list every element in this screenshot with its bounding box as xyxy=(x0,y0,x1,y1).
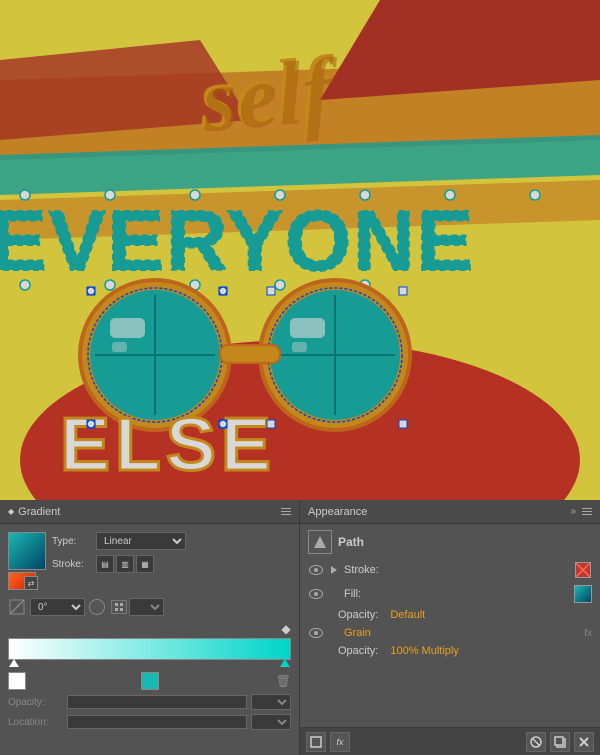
double-arrow-icon[interactable]: » xyxy=(570,506,576,517)
opacity-default-item: Opacity: Default xyxy=(308,608,592,622)
gradient-panel-body: ⇄ Type: Linear Stroke: xyxy=(0,524,299,755)
extra-icons xyxy=(111,598,164,616)
gradient-swap-icon[interactable]: ⇄ xyxy=(24,576,38,590)
fx-icon-label[interactable]: fx xyxy=(584,628,592,639)
appearance-panel-icons: » xyxy=(570,506,592,517)
header-diamond-icon: ◆ xyxy=(8,507,14,516)
menu-line-2 xyxy=(281,511,291,512)
stroke-item: Stroke: xyxy=(308,560,592,580)
stroke-btn-3[interactable]: ▦ xyxy=(136,555,154,573)
delete-button[interactable] xyxy=(574,732,594,752)
location-label: Location: xyxy=(8,717,63,728)
appearance-bottom-bar: fx xyxy=(300,727,600,755)
type-label: Type: xyxy=(52,536,92,547)
appearance-body: Path Stroke: xyxy=(300,524,600,727)
gradient-diamond-marker: ◆ xyxy=(8,622,291,636)
no-fill-button[interactable] xyxy=(526,732,546,752)
menu-line-a1 xyxy=(582,508,592,509)
stroke-btn-1[interactable]: ▤ xyxy=(96,555,114,573)
stroke-buttons: ▤ ▥ ▦ xyxy=(96,555,154,573)
panels-area: ◆ Gradient ⇄ xyxy=(0,500,600,755)
appearance-panel-menu[interactable] xyxy=(582,508,592,515)
stroke-eye-icon[interactable] xyxy=(308,564,324,576)
gradient-stop-left[interactable] xyxy=(9,659,19,667)
grain-label: Grain xyxy=(344,627,371,639)
stroke-color-swatch[interactable] xyxy=(574,561,592,579)
path-label: Path xyxy=(338,535,364,549)
fill-item-label: Fill: xyxy=(344,588,570,600)
stroke-row: Stroke: ▤ ▥ ▦ xyxy=(52,555,291,573)
menu-line-3 xyxy=(281,514,291,515)
gradient-panel-title: ◆ Gradient xyxy=(8,506,60,518)
new-layer-button[interactable] xyxy=(306,732,326,752)
menu-line-a2 xyxy=(582,511,592,512)
canvas-area: self self EVERYONE EVERYONE xyxy=(0,0,600,500)
multiply-item: Opacity: 100% Multiply xyxy=(308,644,592,658)
appearance-panel-header: Appearance » xyxy=(300,500,600,524)
stroke-btn-2[interactable]: ▥ xyxy=(116,555,134,573)
opacity-value[interactable]: Default xyxy=(390,609,425,621)
opacity-row: Opacity: xyxy=(8,694,291,710)
duplicate-button[interactable] xyxy=(550,732,570,752)
gradient-bottom-icons: 🗑 xyxy=(8,672,291,690)
path-thumbnail xyxy=(308,530,332,554)
gradient-title-text: Gradient xyxy=(18,506,60,518)
location-select[interactable] xyxy=(251,714,291,730)
fx-button[interactable]: fx xyxy=(330,732,350,752)
appearance-title-text: Appearance xyxy=(308,506,367,518)
gradient-main-swatch[interactable] xyxy=(8,532,46,570)
opacity-label: Opacity: xyxy=(8,697,63,708)
gradient-panel-menu[interactable] xyxy=(281,508,291,515)
appearance-panel-title: Appearance xyxy=(308,506,367,518)
menu-line-a3 xyxy=(582,514,592,515)
location-row: Location: xyxy=(8,714,291,730)
angle-icon xyxy=(8,598,26,616)
opacity-select[interactable] xyxy=(251,694,291,710)
opacity-slider[interactable] xyxy=(67,695,247,709)
fill-color-swatch[interactable] xyxy=(574,585,592,603)
trash-button[interactable]: 🗑 xyxy=(276,674,291,688)
circle-icon[interactable] xyxy=(89,599,105,615)
teal-gradient-swatch[interactable] xyxy=(141,672,159,690)
grid-icon[interactable] xyxy=(111,600,127,614)
path-row: Path xyxy=(308,530,592,554)
opacity-item-label: Opacity: xyxy=(338,609,378,621)
location-slider[interactable] xyxy=(67,715,247,729)
grain-eye-icon[interactable] xyxy=(308,627,324,639)
extra-select[interactable] xyxy=(129,598,164,616)
stroke-item-label: Stroke: xyxy=(344,564,570,576)
white-gradient-swatch[interactable] xyxy=(8,672,26,690)
type-row: Type: Linear xyxy=(52,532,291,550)
gradient-bar[interactable] xyxy=(8,638,291,660)
fill-eye-icon[interactable] xyxy=(308,588,324,600)
multiply-opacity-label: Opacity: xyxy=(338,645,378,657)
appearance-panel: Appearance » Path xyxy=(300,500,600,755)
grain-item: Grain fx xyxy=(308,626,592,640)
gradient-panel: ◆ Gradient ⇄ xyxy=(0,500,300,755)
fill-item: Fill: xyxy=(308,584,592,604)
angle-area: 0° xyxy=(8,598,291,616)
gradient-stop-right[interactable] xyxy=(280,659,290,667)
type-select[interactable]: Linear xyxy=(96,532,186,550)
stroke-label: Stroke: xyxy=(52,559,92,570)
gradient-bar-area: ◆ xyxy=(8,622,291,660)
multiply-value[interactable]: 100% Multiply xyxy=(390,645,458,657)
menu-line-1 xyxy=(281,508,291,509)
illustration-svg: self self EVERYONE EVERYONE xyxy=(0,0,600,500)
gradient-panel-icons xyxy=(281,508,291,515)
gradient-panel-header: ◆ Gradient xyxy=(0,500,299,524)
angle-select[interactable]: 0° xyxy=(30,598,85,616)
stroke-play-icon[interactable] xyxy=(328,564,340,576)
